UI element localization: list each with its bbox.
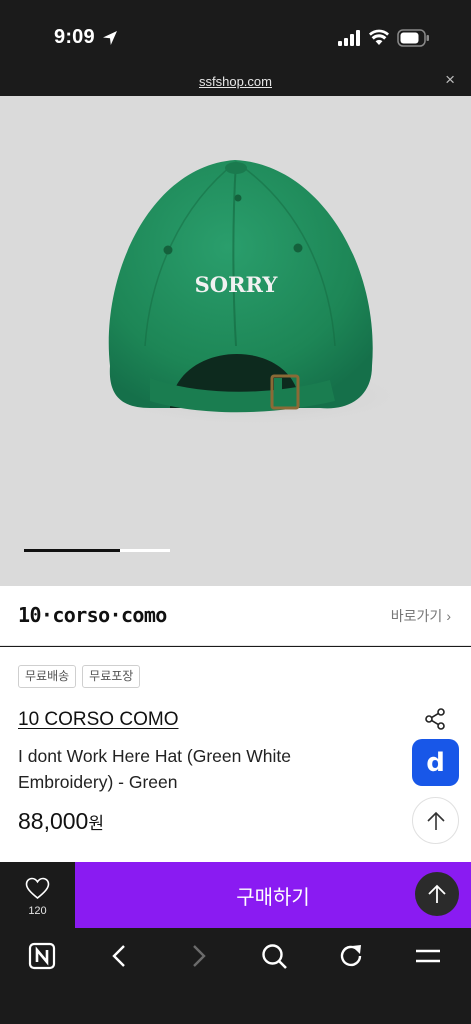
wishlist-count: 120 bbox=[28, 905, 47, 917]
search-icon[interactable] bbox=[260, 942, 288, 970]
buy-button-label: 구매하기 bbox=[236, 886, 310, 909]
brand-row[interactable]: 10·corso·como 바로가기 › bbox=[0, 586, 471, 646]
tag-free-shipping: 무료배송 bbox=[18, 665, 77, 688]
browser-toolbar bbox=[0, 928, 471, 1024]
cap-photo: SORRY bbox=[105, 160, 405, 426]
share-icon[interactable] bbox=[424, 708, 446, 730]
price-unit: 원 bbox=[88, 814, 104, 833]
tag-list: 무료배송 무료포장 bbox=[18, 665, 141, 688]
brand-shop-link-label: 바로가기 bbox=[390, 608, 443, 624]
product-price: 88,000원 bbox=[18, 808, 104, 835]
wishlist-button[interactable]: 120 bbox=[0, 862, 75, 928]
refresh-icon[interactable] bbox=[337, 942, 365, 970]
price-value: 88,000 bbox=[18, 808, 89, 834]
buy-button[interactable]: 구매하기 bbox=[75, 862, 471, 928]
chevron-right-icon: › bbox=[446, 608, 451, 624]
product-image-carousel[interactable]: SORRY bbox=[0, 96, 471, 586]
url-bar: ssfshop.com × bbox=[0, 64, 471, 96]
location-arrow-icon bbox=[103, 31, 117, 45]
d-logo-icon: d bbox=[426, 747, 445, 778]
n-logo-icon[interactable] bbox=[28, 942, 56, 970]
close-icon[interactable]: × bbox=[445, 71, 455, 88]
status-time: 9:09 bbox=[54, 26, 95, 48]
back-icon[interactable] bbox=[106, 942, 134, 970]
arrow-up-icon bbox=[426, 811, 445, 830]
tag-free-wrapping: 무료포장 bbox=[82, 665, 141, 688]
cellular-signal-icon bbox=[338, 30, 360, 46]
purchase-bar: 120 구매하기 bbox=[0, 862, 471, 928]
product-info: 무료배송 무료포장 10 CORSO COMO I dont Work Here… bbox=[0, 647, 471, 862]
carousel-progress bbox=[24, 549, 121, 552]
floating-top-button[interactable] bbox=[415, 872, 459, 916]
wifi-icon bbox=[369, 29, 389, 45]
carousel-indicator bbox=[24, 549, 170, 552]
product-brand-link[interactable]: 10 CORSO COMO bbox=[18, 709, 178, 731]
product-title: I dont Work Here Hat (Green White Embroi… bbox=[18, 746, 291, 792]
battery-icon bbox=[397, 29, 429, 47]
scroll-to-top-button[interactable] bbox=[412, 797, 459, 844]
url-domain[interactable]: ssfshop.com bbox=[0, 74, 471, 89]
arrow-up-icon bbox=[428, 884, 446, 903]
d-app-button[interactable]: d bbox=[412, 739, 459, 786]
brand-logo[interactable]: 10·corso·como bbox=[18, 603, 167, 627]
menu-icon[interactable] bbox=[414, 942, 442, 970]
embroidery-text: SORRY bbox=[195, 272, 279, 297]
heart-icon bbox=[25, 877, 50, 900]
brand-shop-link[interactable]: 바로가기 › bbox=[391, 606, 451, 626]
status-bar: 9:09 bbox=[0, 0, 471, 64]
forward-icon[interactable] bbox=[184, 942, 212, 970]
